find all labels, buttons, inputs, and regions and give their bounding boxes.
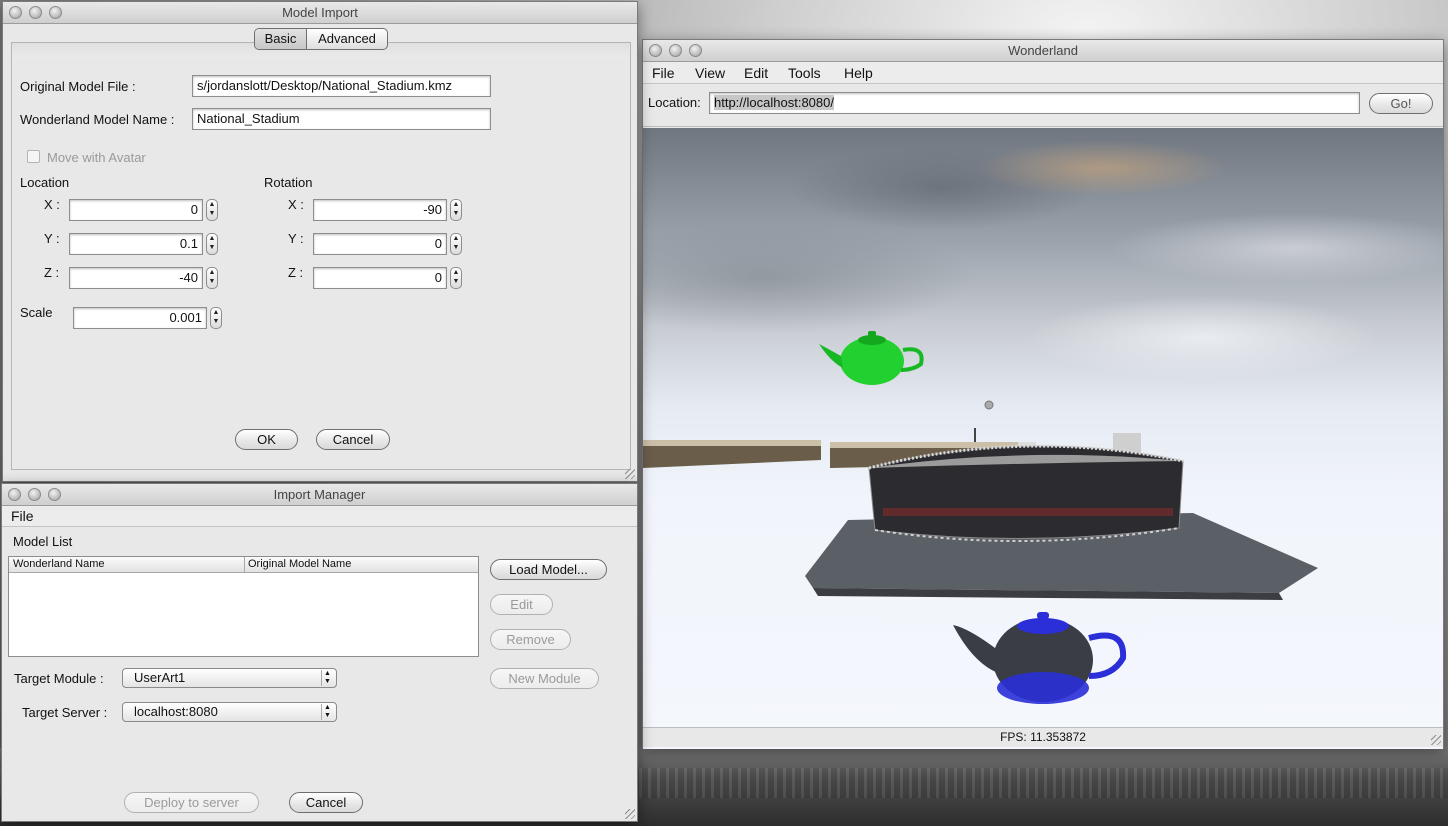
target-server-value: localhost:8080 — [134, 704, 218, 719]
resize-grip-icon[interactable] — [625, 469, 635, 479]
scale-stepper[interactable] — [210, 307, 222, 329]
wonderland-menubar: File View Edit Tools Help — [643, 62, 1443, 84]
menu-help[interactable]: Help — [844, 62, 873, 84]
scale-field[interactable]: 0.001 — [73, 307, 207, 329]
tab-bar: Basic Advanced — [254, 28, 388, 50]
remove-button[interactable]: Remove — [490, 629, 571, 650]
location-y-field[interactable]: 0.1 — [69, 233, 203, 255]
deploy-to-server-button[interactable]: Deploy to server — [124, 792, 259, 813]
close-window-icon[interactable] — [9, 6, 22, 19]
menu-edit[interactable]: Edit — [744, 62, 768, 84]
rotation-y-field[interactable]: 0 — [313, 233, 447, 255]
zoom-window-icon[interactable] — [49, 6, 62, 19]
location-z-field[interactable]: -40 — [69, 267, 203, 289]
rotation-y-stepper[interactable] — [450, 233, 462, 255]
location-x-field[interactable]: 0 — [69, 199, 203, 221]
tab-basic[interactable]: Basic — [255, 29, 307, 49]
location-y-stepper[interactable] — [206, 233, 218, 255]
3d-viewport[interactable] — [643, 128, 1443, 749]
model-import-title: Model Import — [282, 5, 358, 20]
zoom-window-icon[interactable] — [48, 488, 61, 501]
new-module-button[interactable]: New Module — [490, 668, 599, 689]
menu-tools[interactable]: Tools — [788, 62, 821, 84]
minimize-window-icon[interactable] — [669, 44, 682, 57]
import-manager-cancel-button[interactable]: Cancel — [289, 792, 363, 813]
cancel-button[interactable]: Cancel — [316, 429, 390, 450]
rotation-x-field[interactable]: -90 — [313, 199, 447, 221]
wonderland-title: Wonderland — [1008, 43, 1078, 58]
window-controls — [8, 488, 61, 501]
close-window-icon[interactable] — [8, 488, 21, 501]
import-manager-window: Import Manager File Model List Wonderlan… — [1, 483, 638, 822]
target-server-label: Target Server : — [22, 705, 108, 720]
green-teapot — [819, 331, 924, 385]
wonderland-titlebar[interactable]: Wonderland — [643, 40, 1443, 62]
zoom-window-icon[interactable] — [689, 44, 702, 57]
select-arrows-icon: ▲ ▼ — [321, 704, 333, 720]
model-list-table[interactable]: Wonderland Name Original Model Name — [8, 556, 479, 657]
small-sphere — [984, 400, 994, 410]
status-bar: FPS: 11.353872 — [643, 727, 1443, 747]
load-model-button[interactable]: Load Model... — [490, 559, 607, 580]
select-arrows-icon: ▲ ▼ — [321, 670, 333, 686]
rotation-z-stepper[interactable] — [450, 267, 462, 289]
go-button[interactable]: Go! — [1369, 93, 1433, 114]
minimize-window-icon[interactable] — [28, 488, 41, 501]
import-manager-title: Import Manager — [273, 487, 366, 502]
menu-view[interactable]: View — [695, 62, 725, 84]
wonderland-model-name-label: Wonderland Model Name : — [20, 112, 175, 127]
fps-readout: FPS: 11.353872 — [1000, 730, 1086, 744]
location-x-label: X : — [44, 197, 60, 212]
table-header: Wonderland Name Original Model Name — [9, 557, 478, 573]
window-controls — [649, 44, 702, 57]
location-z-stepper[interactable] — [206, 267, 218, 289]
model-import-window: Model Import Basic Advanced Original Mod… — [2, 1, 638, 482]
model-list-label: Model List — [13, 534, 73, 549]
column-wonderland-name[interactable]: Wonderland Name — [13, 557, 245, 572]
rotation-y-label: Y : — [288, 231, 304, 246]
resize-grip-icon[interactable] — [625, 809, 635, 819]
location-url-field[interactable]: http://localhost:8080/ — [709, 92, 1360, 114]
location-z-label: Z : — [44, 265, 60, 280]
import-manager-titlebar[interactable]: Import Manager — [2, 484, 637, 506]
rotation-x-stepper[interactable] — [450, 199, 462, 221]
target-module-value: UserArt1 — [134, 670, 186, 685]
wonderland-model-name-field[interactable]: National_Stadium — [192, 108, 491, 130]
menu-file[interactable]: File — [652, 62, 675, 84]
location-x-stepper[interactable] — [206, 199, 218, 221]
import-manager-menubar: File — [2, 506, 637, 527]
blue-teapot — [953, 612, 1127, 704]
window-controls — [9, 6, 62, 19]
rotation-x-label: X : — [288, 197, 304, 212]
location-bar: Location: http://localhost:8080/ Go! — [643, 85, 1443, 127]
location-url-text: http://localhost:8080/ — [714, 95, 834, 110]
wonderland-window: Wonderland File View Edit Tools Help Loc… — [642, 39, 1444, 749]
minimize-window-icon[interactable] — [29, 6, 42, 19]
menu-file[interactable]: File — [11, 506, 34, 527]
column-original-model-name[interactable]: Original Model Name — [248, 557, 351, 572]
model-import-titlebar[interactable]: Model Import — [3, 2, 637, 24]
rotation-z-field[interactable]: 0 — [313, 267, 447, 289]
ok-button[interactable]: OK — [235, 429, 298, 450]
target-server-select[interactable]: localhost:8080 ▲ ▼ — [122, 702, 337, 722]
close-window-icon[interactable] — [649, 44, 662, 57]
scale-label: Scale — [20, 305, 53, 320]
stadium-model — [805, 444, 1318, 600]
rotation-section-label: Rotation — [264, 175, 313, 190]
original-model-file-field[interactable]: s/jordanslott/Desktop/National_Stadium.k… — [192, 75, 491, 97]
target-module-select[interactable]: UserArt1 ▲ ▼ — [122, 668, 337, 688]
original-model-file-label: Original Model File : — [20, 79, 136, 94]
tab-advanced[interactable]: Advanced — [307, 29, 387, 49]
tab-panel — [11, 42, 631, 470]
rotation-z-label: Z : — [288, 265, 304, 280]
edit-button[interactable]: Edit — [490, 594, 553, 615]
location-section-label: Location — [20, 175, 70, 190]
scene-objects — [643, 331, 1318, 704]
location-y-label: Y : — [44, 231, 60, 246]
target-module-label: Target Module : — [14, 671, 104, 686]
move-with-avatar-checkbox[interactable] — [27, 150, 40, 163]
resize-grip-icon[interactable] — [1431, 735, 1441, 745]
move-with-avatar-label: Move with Avatar — [47, 150, 146, 165]
location-label: Location: — [648, 95, 701, 110]
